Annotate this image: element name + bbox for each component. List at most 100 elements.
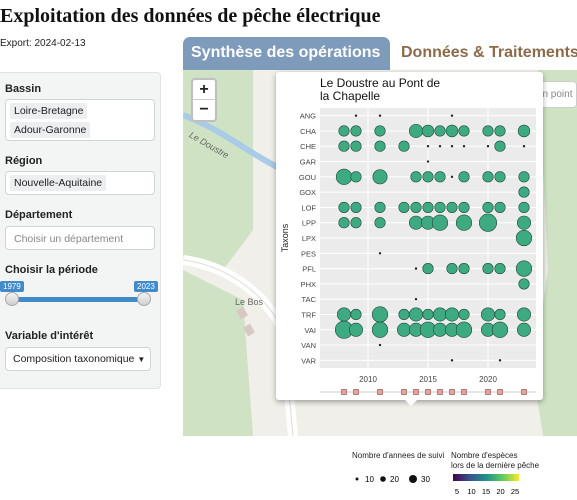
data-point <box>431 214 449 231</box>
variable-dropdown[interactable]: Composition taxonomique ▼ <box>5 347 151 371</box>
data-point <box>446 201 458 213</box>
site-popup: 2010 2015 2020 ANG CHA CHE GAR GOU GOX LOF LPP LPX P… <box>276 72 543 400</box>
y-tick-label: GAR <box>300 158 317 167</box>
basin-chip[interactable]: Loire-Bretagne <box>10 103 88 119</box>
data-point <box>491 321 509 338</box>
x-tick-label: 2015 <box>419 375 437 384</box>
region-label: Région <box>5 155 43 167</box>
tab-synthese[interactable]: Synthèse des opérations <box>183 37 390 70</box>
data-point <box>336 307 352 322</box>
data-point <box>426 145 430 148</box>
data-point <box>408 215 424 230</box>
data-point <box>444 307 460 322</box>
data-point <box>494 201 506 213</box>
data-point <box>458 125 470 137</box>
y-tick-label: TRF <box>301 310 316 319</box>
data-point <box>494 140 506 152</box>
export-date: Export: 2024-02-13 <box>0 38 86 49</box>
data-point <box>438 145 442 148</box>
taxa-bubble-chart: 2010 2015 2020 ANG CHA CHE GAR GOU GOX LOF LPP LPX P… <box>280 76 536 395</box>
data-point <box>458 263 470 275</box>
data-point <box>378 343 382 347</box>
x-tick-label: 2020 <box>479 375 497 384</box>
tab-donnees[interactable]: Données & Traitements <box>401 44 577 62</box>
data-point <box>372 169 388 185</box>
data-point <box>414 297 418 301</box>
period-slider-track[interactable] <box>9 297 144 302</box>
data-point <box>410 171 422 183</box>
y-tick-label: LOF <box>301 203 316 212</box>
color-legend-tick: 5 <box>455 487 459 496</box>
y-tick-label: CHE <box>300 142 316 151</box>
data-point <box>398 140 410 152</box>
y-tick-label: LPX <box>302 234 316 243</box>
zoom-control: + − <box>191 78 217 122</box>
basin-chip[interactable]: Adour-Garonne <box>10 122 91 138</box>
data-point <box>374 217 386 229</box>
chart-title: la Chapelle <box>320 89 380 103</box>
data-point <box>455 321 473 338</box>
data-point <box>398 201 410 213</box>
data-point <box>408 123 424 138</box>
data-point <box>450 175 454 179</box>
y-tick-label: GOU <box>299 173 316 182</box>
year-rug-marker <box>485 389 491 395</box>
period-slider-start-handle[interactable] <box>5 292 19 306</box>
color-legend: 5 10 15 20 25 <box>453 474 519 496</box>
data-point <box>516 322 532 337</box>
data-point <box>446 263 458 275</box>
color-legend-title-1: Nombre d'espèces <box>451 451 518 460</box>
data-point <box>445 124 459 138</box>
data-point <box>494 125 506 137</box>
color-legend-tick: 25 <box>511 487 519 496</box>
data-point <box>421 124 435 138</box>
basin-select[interactable]: Loire-Bretagne Adour-Garonne <box>5 99 155 141</box>
size-legend-label: 10 <box>365 475 374 484</box>
data-point <box>450 145 454 148</box>
year-rug-marker <box>497 389 503 395</box>
data-point <box>422 263 434 275</box>
region-select[interactable]: Nouvelle-Aquitaine <box>5 171 155 195</box>
zoom-out-button[interactable]: − <box>193 100 215 120</box>
year-rug-marker <box>341 389 347 395</box>
size-legend: 10 20 30 <box>355 475 430 484</box>
color-legend-tick: 10 <box>467 487 475 496</box>
y-tick-label: PFL <box>302 265 316 274</box>
data-point <box>450 359 454 362</box>
data-point <box>518 201 530 213</box>
data-point <box>422 201 434 213</box>
year-rug-marker <box>461 389 467 395</box>
period-label: Choisir la période <box>5 264 98 276</box>
y-tick-label: LPP <box>302 219 316 228</box>
period-slider-end-handle[interactable] <box>137 292 151 306</box>
y-tick-label: ANG <box>300 112 316 121</box>
data-point <box>350 201 362 213</box>
zoom-in-button[interactable]: + <box>193 80 215 100</box>
data-point <box>494 171 506 183</box>
data-point <box>422 171 434 183</box>
data-point <box>486 145 490 148</box>
data-point <box>434 171 446 183</box>
data-point <box>522 145 526 148</box>
data-point <box>516 215 532 230</box>
color-legend-tick: 15 <box>482 487 490 496</box>
chart-title: Le Doustre au Pont de <box>320 76 440 90</box>
data-point <box>482 263 494 275</box>
size-legend-dot <box>409 475 417 483</box>
department-select[interactable]: Choisir un département <box>5 226 155 250</box>
data-point <box>434 125 446 137</box>
data-point <box>432 307 448 322</box>
data-point <box>478 213 498 232</box>
data-point <box>494 308 506 321</box>
period-end-value: 2023 <box>134 281 158 292</box>
size-legend-title: Nombre d'annees de suivi <box>352 451 445 460</box>
department-placeholder: Choisir un département <box>14 233 124 245</box>
data-point <box>450 114 454 117</box>
x-tick-label: 2010 <box>359 375 377 384</box>
data-point <box>335 168 353 185</box>
region-chip[interactable]: Nouvelle-Aquitaine <box>10 175 107 191</box>
data-point <box>338 201 350 213</box>
department-label: Département <box>5 209 73 221</box>
popup-tail <box>403 398 419 406</box>
app-title: Exploitation des données de pêche électr… <box>0 5 381 27</box>
